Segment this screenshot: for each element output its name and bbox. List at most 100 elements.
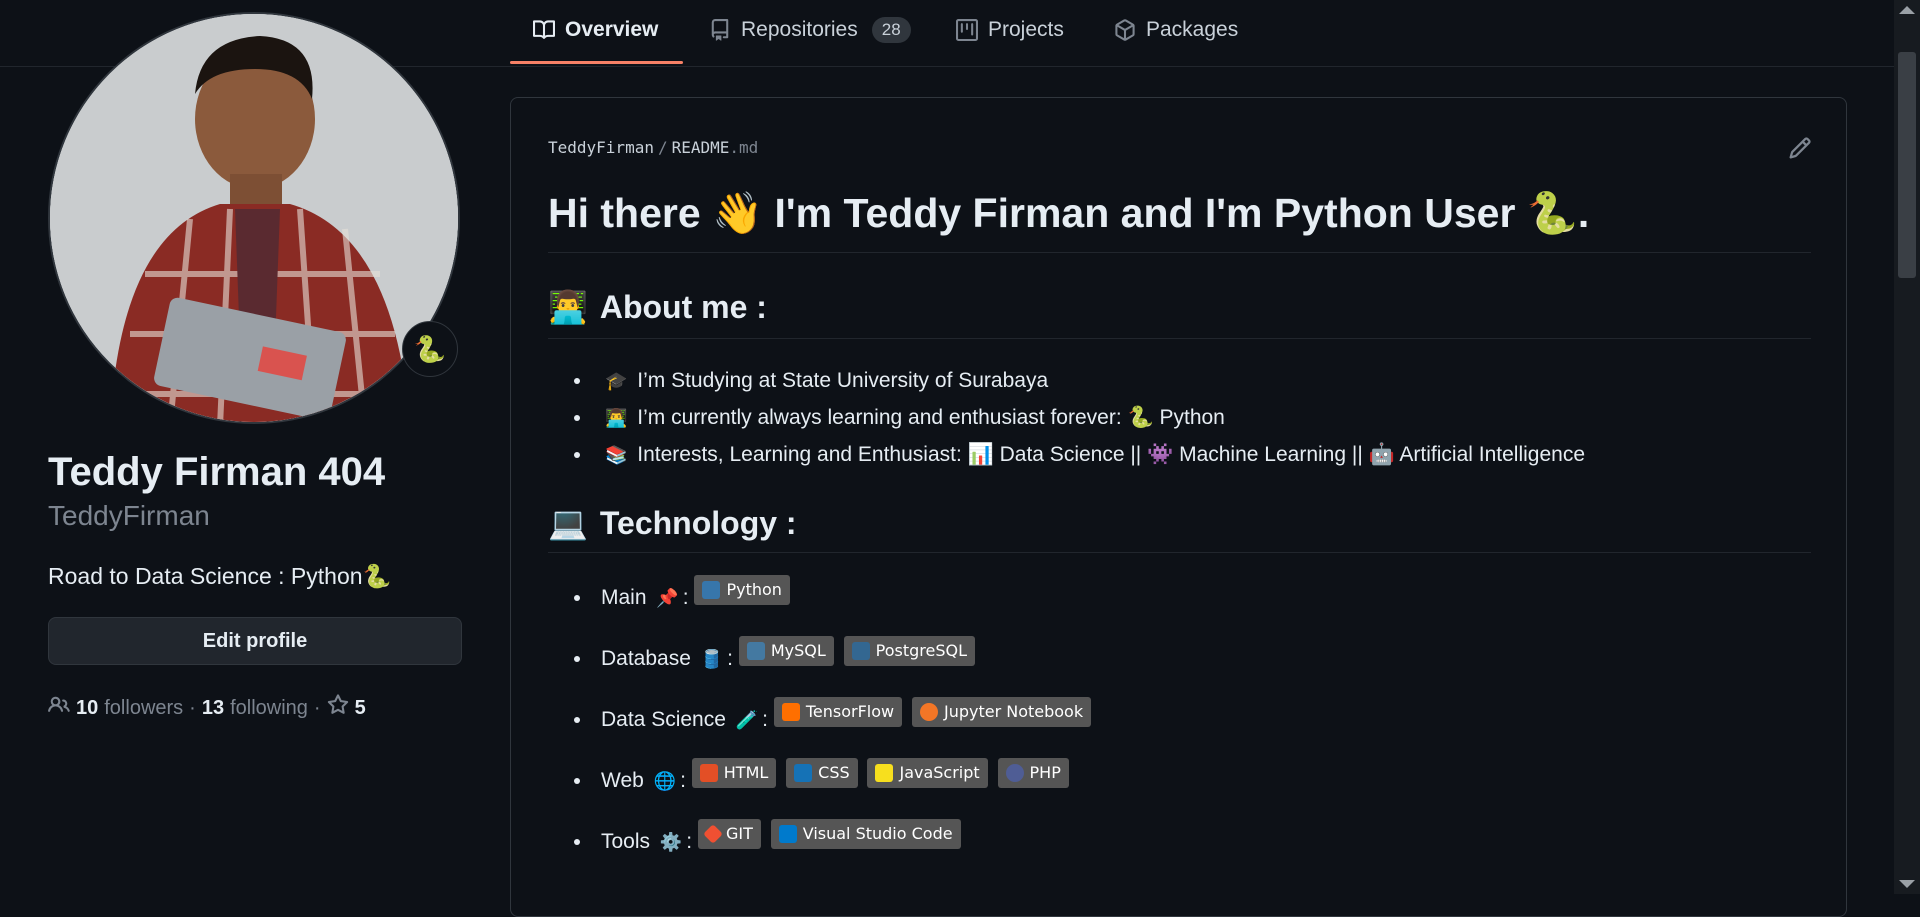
badge-php[interactable]: PHP [997,758,1069,789]
about-divider [548,338,1811,339]
following-label: following [230,696,308,719]
python-icon [702,581,721,600]
edit-profile-button[interactable]: Edit profile [48,617,462,665]
badge-css[interactable]: CSS [786,758,858,789]
oil-drum-emoji: 🛢️ [700,649,724,669]
tech-row-label: Database [601,647,691,670]
test-tube-emoji: 🧪 [735,710,759,730]
technology-heading-text: Technology : [599,504,797,541]
tech-row-main: Main 📌: Python [593,567,1095,628]
technology-list: Main 📌: Python Database 🛢️: MySQL Postgr… [573,567,1095,872]
tab-projects-label: Projects [988,18,1064,41]
path-separator: / [657,138,668,157]
tab-overview[interactable]: Overview [533,0,658,60]
about-heading-text: About me : [599,288,767,325]
badge-label: Jupyter Notebook [943,702,1084,722]
badge-label: Python [726,580,782,600]
edit-readme-pencil-icon[interactable] [1788,136,1814,162]
stars-count: 5 [354,696,366,719]
heading-divider [548,252,1811,253]
colon: : [680,769,686,792]
readme-owner-link[interactable]: TeddyFirman [548,138,654,157]
profile-username: TeddyFirman [48,500,210,531]
tech-row-label: Web [601,769,644,792]
about-heading: 👨‍💻 About me : [548,288,767,326]
technology-heading: 💻 Technology : [548,504,797,542]
followers-link[interactable]: 10 followers [48,694,183,722]
badge-label: TensorFlow [805,702,895,722]
readme-file-base: README [671,138,730,157]
list-item: 👨‍💻 I’m currently always learning and en… [593,399,1585,436]
badge-jupyter-notebook[interactable]: Jupyter Notebook [911,697,1092,728]
badge-python[interactable]: Python [694,575,790,606]
colon: : [682,586,689,609]
colon: : [762,708,769,731]
readme-heading: Hi there 👋 I'm Teddy Firman and I'm Pyth… [548,190,1590,236]
tab-projects[interactable]: Projects [956,0,1064,60]
tech-row-label: Main [601,586,647,609]
css3-icon [794,764,813,783]
avatar[interactable] [48,12,460,424]
badge-label: JavaScript [899,763,980,783]
badge-label: GIT [725,824,753,844]
jupyter-icon [919,703,938,722]
scroll-up-arrow-icon[interactable] [1899,6,1915,14]
tab-overview-label: Overview [565,18,659,41]
followers-count: 10 [76,696,99,719]
scrollbar-thumb[interactable] [1898,52,1916,278]
tab-packages-label: Packages [1146,18,1239,41]
scroll-down-arrow-icon[interactable] [1899,880,1915,888]
globe-emoji: 🌐 [653,771,677,791]
badge-javascript[interactable]: JavaScript [867,758,988,789]
tab-packages[interactable]: Packages [1114,0,1238,60]
active-tab-indicator [510,61,683,64]
followers-label: followers [104,696,184,719]
package-icon [1114,19,1136,41]
tech-row-web: Web 🌐: HTML CSS JavaScript PHP [593,750,1095,811]
readme-file-ext: .md [729,138,759,157]
following-count: 13 [201,696,225,719]
tech-row-data-science: Data Science 🧪: TensorFlow Jupyter Noteb… [593,689,1095,750]
tech-row-database: Database 🛢️: MySQL PostgreSQL [593,628,1095,689]
badge-label: Visual Studio Code [802,824,953,844]
profile-bio-text: Road to Data Science : Python [48,563,363,589]
stars-link[interactable]: 5 [327,694,366,722]
technologist-emoji: 👨‍💻 [548,289,588,325]
badge-visual-studio-code[interactable]: Visual Studio Code [770,819,961,850]
tech-row-label: Data Science [601,708,726,731]
tech-row-label: Tools [601,830,651,853]
tab-repositories-label: Repositories [741,18,858,41]
separator-dot: · [189,696,196,719]
page-scrollbar[interactable] [1894,0,1920,894]
gear-emoji: ⚙️ [659,832,683,852]
badge-tensorflow[interactable]: TensorFlow [773,697,903,728]
following-link[interactable]: 13 following [202,697,308,720]
tab-repositories[interactable]: Repositories 28 [709,0,911,60]
about-item-text: I’m Studying at State University of Sura… [637,369,1049,392]
badge-mysql[interactable]: MySQL [738,636,834,667]
readme-breadcrumb: TeddyFirman / README.md [548,138,758,157]
badge-html[interactable]: HTML [691,758,777,789]
javascript-icon [875,764,894,783]
star-icon [327,694,349,722]
badge-postgresql[interactable]: PostgreSQL [843,636,976,667]
repo-icon [709,19,731,41]
project-icon [956,19,978,41]
status-emoji-button[interactable]: 🐍 [402,321,458,377]
php-icon [1005,764,1024,783]
mysql-icon [746,642,765,661]
about-list: 🎓 I’m Studying at State University of Su… [573,362,1585,473]
html5-icon [699,764,718,783]
people-icon [48,694,70,722]
postgresql-icon [851,642,870,661]
about-item-text: Interests, Learning and Enthusiast: 📊 Da… [637,443,1586,466]
tech-row-tools: Tools ⚙️: GIT Visual Studio Code [593,811,1095,872]
graduation-cap-emoji: 🎓 [605,371,628,391]
badge-git[interactable]: GIT [697,819,761,850]
readme-panel: TeddyFirman / README.md Hi there 👋 I'm Ted… [510,97,1847,917]
tensorflow-icon [781,703,800,722]
book-icon [533,19,555,41]
separator-dot: · [313,696,321,719]
list-item: 📚 Interests, Learning and Enthusiast: 📊 … [593,436,1585,473]
badge-label: PHP [1029,763,1061,783]
